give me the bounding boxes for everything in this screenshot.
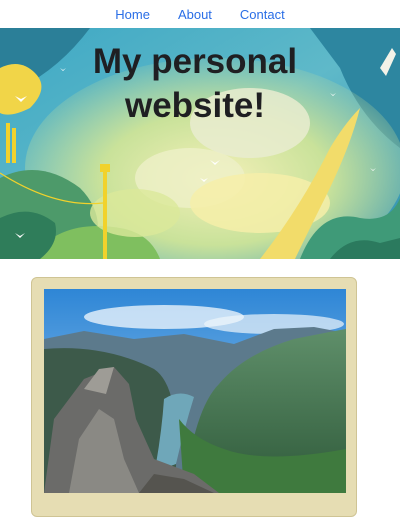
top-navigation: Home About Contact bbox=[0, 0, 400, 28]
hero-banner: My personal website! bbox=[0, 28, 400, 259]
nav-link-home[interactable]: Home bbox=[115, 7, 150, 22]
page-title: My personal website! bbox=[92, 42, 298, 125]
nav-link-about[interactable]: About bbox=[178, 7, 212, 22]
mountain-landscape-photo bbox=[44, 289, 346, 493]
nav-link-contact[interactable]: Contact bbox=[240, 7, 285, 22]
photo-card bbox=[31, 277, 357, 517]
